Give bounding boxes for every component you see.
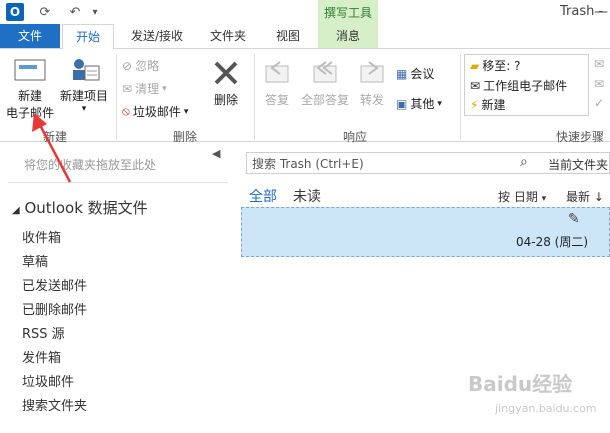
junk-icon: ⦸ — [122, 104, 130, 118]
account-name: Outlook 数据文件 — [24, 199, 148, 217]
more-respond-label: 其他 — [410, 97, 435, 111]
message-date: 04-28 (周二) — [516, 235, 589, 249]
ribbon-separator — [254, 54, 255, 140]
filter-all[interactable]: 全部 — [249, 186, 277, 206]
undo-icon[interactable]: ↶ — [66, 3, 84, 21]
delete-icon — [214, 61, 238, 85]
quick-step-new-label: 新建 — [481, 98, 506, 112]
sort-dropdown-icon: ▾ — [541, 194, 547, 204]
ribbon-separator — [460, 54, 461, 140]
quick-step-more-icon[interactable]: ✉ — [594, 57, 604, 71]
ignore-icon: ⊘ — [122, 58, 133, 73]
nav-divider — [8, 182, 228, 183]
meeting-label: 会议 — [410, 67, 435, 81]
search-scope[interactable]: 当前文件夹 — [548, 156, 608, 173]
clean-up-label: 清理 — [135, 82, 160, 96]
quick-step-move-to-label: 移至: ? — [482, 59, 521, 73]
reply-all-label: 全部答复 — [300, 93, 349, 107]
tab-send-receive[interactable]: 发送/接收 — [122, 24, 192, 48]
search-icon[interactable]: ⌕ — [520, 154, 528, 170]
group-label-respond: 响应 — [342, 130, 367, 144]
collapse-pane-icon[interactable]: ◀ — [212, 147, 220, 160]
clean-up-dropdown-icon: ▾ — [162, 83, 167, 94]
folder-icon: ▰ — [470, 58, 480, 73]
sort-by-label: 按 日期 — [498, 190, 538, 204]
sort-by-date[interactable]: 按 日期 ▾ — [498, 188, 546, 205]
quick-step-more-icon[interactable]: ✉ — [594, 77, 604, 91]
context-group-label: 撰写工具 — [318, 0, 378, 24]
junk-dropdown-icon: ▾ — [183, 106, 189, 117]
tab-home[interactable]: 开始 — [62, 24, 114, 50]
folder-item[interactable]: 搜索文件夹 — [22, 395, 87, 414]
quick-step-new[interactable]: ⚡ 新建 — [470, 96, 505, 113]
new-items-button[interactable]: 新建项目 ▾ — [58, 56, 110, 114]
expand-triangle-icon: ◢ — [12, 205, 20, 216]
tab-view[interactable]: 视图 — [262, 24, 314, 48]
folder-item[interactable]: 草稿 — [22, 251, 48, 270]
folder-item[interactable]: RSS 源 — [22, 323, 65, 342]
tab-message[interactable]: 消息 — [318, 24, 378, 48]
sort-down-arrow-icon: ↓ — [593, 190, 604, 204]
ribbon-separator — [116, 54, 117, 140]
folder-item[interactable]: 发件箱 — [22, 347, 61, 366]
quick-step-move-to[interactable]: ▰ 移至: ? — [470, 57, 520, 74]
new-email-button[interactable]: 新建 电子邮件 — [4, 56, 56, 121]
watermark-url: jingyan.baidu.com — [495, 402, 597, 415]
tab-folder[interactable]: 文件夹 — [202, 24, 254, 48]
outlook-logo-icon: O — [6, 3, 24, 21]
more-respond-dropdown-icon: ▾ — [437, 98, 442, 109]
clean-up-button[interactable]: ✉ 清理 ▾ — [122, 80, 167, 97]
new-items-label: 新建项目 — [59, 89, 108, 103]
quick-step-more-icon[interactable]: ✓ — [594, 96, 604, 110]
search-input[interactable]: 搜索 Trash (Ctrl+E) — [252, 155, 364, 172]
clean-up-icon: ✉ — [122, 81, 133, 96]
quick-step-team-email[interactable]: ✉ 工作组电子邮件 — [470, 77, 567, 94]
meeting-icon: ▦ — [396, 66, 408, 81]
new-items-icon — [73, 59, 100, 81]
folder-item[interactable]: 已删除邮件 — [22, 299, 87, 318]
ignore-button[interactable]: ⊘ 忽略 — [122, 57, 159, 74]
reply-all-button[interactable]: 全部答复 — [298, 58, 352, 108]
quick-access-dropdown-icon[interactable]: ▾ — [86, 3, 104, 21]
delete-label: 删除 — [213, 93, 238, 107]
sort-order-label: 最新 — [566, 190, 591, 204]
watermark-logo: Baidu经验 — [468, 372, 573, 396]
reply-all-icon — [313, 61, 337, 83]
filter-unread[interactable]: 未读 — [293, 186, 321, 206]
group-label-quick-steps: 快速步骤 — [556, 130, 605, 144]
folder-item[interactable]: 已发送邮件 — [22, 275, 87, 294]
folder-item[interactable]: 收件箱 — [22, 227, 61, 246]
forward-label: 转发 — [359, 93, 384, 107]
junk-button[interactable]: ⦸ 垃圾邮件 ▾ — [122, 103, 188, 120]
tab-file[interactable]: 文件 — [0, 24, 60, 48]
reply-label: 答复 — [264, 93, 289, 107]
folder-item[interactable]: 垃圾邮件 — [22, 371, 74, 390]
favorites-hint: 将您的收藏夹拖放至此处 — [24, 158, 157, 172]
delete-button[interactable]: 删除 — [206, 58, 246, 108]
quick-step-team-email-label: 工作组电子邮件 — [483, 79, 568, 93]
new-email-label-line1: 新建 — [17, 89, 42, 103]
lightning-icon: ⚡ — [470, 97, 479, 112]
reply-button[interactable]: 答复 — [258, 58, 296, 108]
new-email-label-line2: 电子邮件 — [5, 106, 54, 120]
send-receive-all-icon[interactable]: ⟳ — [36, 3, 54, 21]
more-respond-icon: ▣ — [396, 96, 408, 111]
minimize-icon[interactable]: — — [592, 0, 610, 24]
draft-edit-icon: ✎ — [568, 211, 580, 227]
forward-icon — [360, 61, 384, 83]
forward-button[interactable]: 转发 — [354, 58, 390, 108]
ignore-label: 忽略 — [135, 59, 160, 73]
new-email-icon — [14, 59, 46, 81]
junk-label: 垃圾邮件 — [132, 105, 181, 119]
account-header[interactable]: ◢ Outlook 数据文件 — [12, 197, 148, 218]
sort-order[interactable]: 最新 ↓ — [566, 188, 604, 205]
new-items-dropdown-icon: ▾ — [81, 104, 87, 114]
team-email-icon: ✉ — [470, 78, 481, 93]
meeting-button[interactable]: ▦ 会议 — [396, 65, 434, 82]
reply-icon — [265, 61, 289, 83]
more-respond-button[interactable]: ▣ 其他 ▾ — [396, 95, 442, 112]
